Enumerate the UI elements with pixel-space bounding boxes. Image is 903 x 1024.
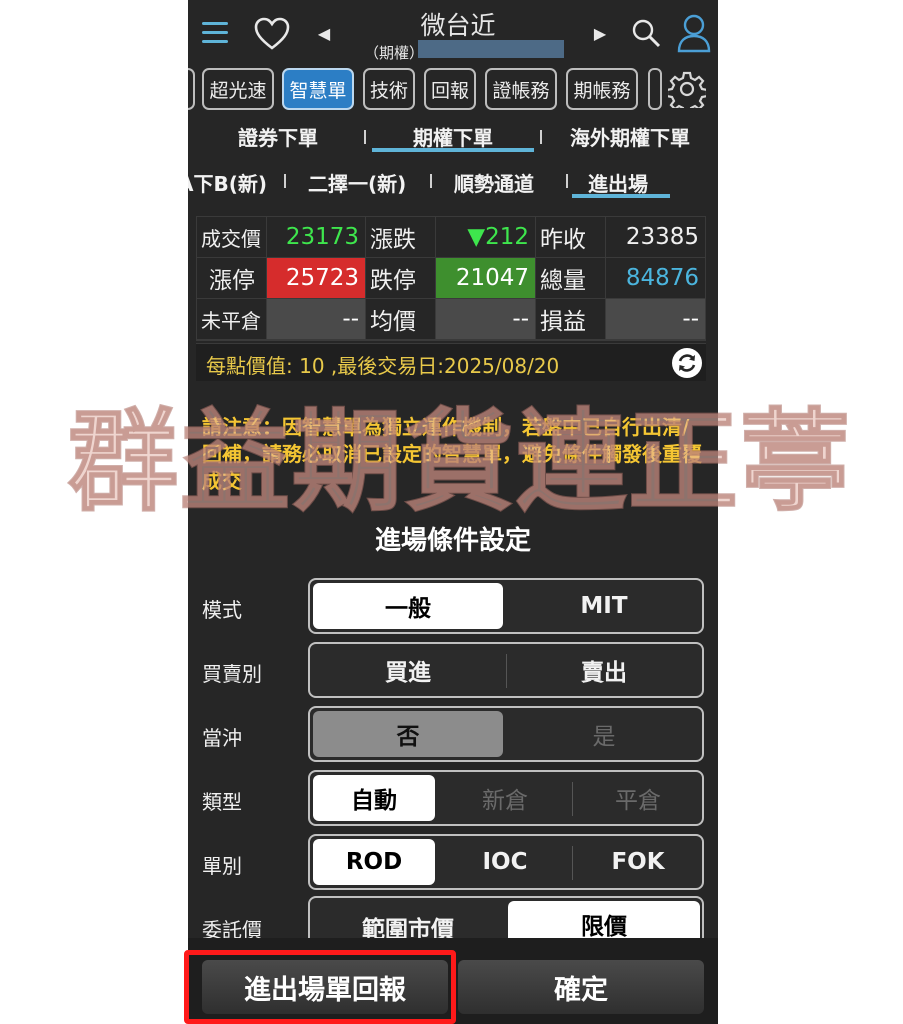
tab-separator (284, 174, 286, 188)
contract-info-bar: 每點價值: 10 ,最後交易日:2025/08/20 (196, 343, 706, 381)
last-price-value: 23173 (267, 217, 365, 257)
daytrade-selector: 否 是 (308, 706, 704, 762)
gear-icon[interactable] (665, 70, 709, 115)
order-type-option-ioc[interactable]: IOC (440, 839, 570, 885)
side-option-sell[interactable]: 賣出 (508, 647, 700, 693)
order-type-option-rod[interactable]: ROD (313, 839, 435, 885)
mode-label: 模式 (202, 598, 242, 622)
limit-down-label: 跌停 (366, 258, 435, 298)
subtab-entry-exit[interactable]: 進出場 (588, 168, 648, 197)
tab-separator (566, 174, 568, 188)
tab-separator (540, 130, 542, 144)
option-divider (572, 782, 573, 816)
pnl-label: 損益 (536, 299, 605, 339)
subtab-trend-channel[interactable]: 順勢通道 (454, 168, 534, 197)
menu-icon[interactable] (200, 18, 230, 48)
tab-securities-order[interactable]: 證券下單 (228, 122, 328, 151)
daytrade-option-yes: 是 (592, 724, 616, 750)
tab-separator (430, 174, 432, 188)
tab-overseas-options-order[interactable]: 海外期權下單 (560, 122, 700, 151)
tab-separator (364, 130, 366, 144)
limit-down-value: 21047 (436, 258, 535, 298)
order-type-option-fok[interactable]: FOK (574, 839, 702, 885)
subtab-a-then-b[interactable]: A下B(新) (188, 168, 267, 197)
active-subtab-indicator (572, 194, 670, 198)
redacted-account (418, 40, 564, 58)
avg-price-label: 均價 (366, 299, 435, 339)
option-divider (572, 846, 573, 880)
header: ◀ 微台近 （期權） ▶ (188, 0, 718, 64)
page-title: 微台近 (420, 11, 496, 40)
order-type-tabs: 證券下單 期權下單 海外期權下單 (188, 116, 718, 158)
volume-label: 總量 (536, 258, 605, 298)
pnl-value: -- (606, 299, 705, 339)
tab-scroll-right[interactable] (648, 68, 662, 110)
tab-technical[interactable]: 技術 (363, 68, 415, 110)
position-type-label: 類型 (202, 790, 242, 814)
highlight-annotation (184, 950, 456, 1024)
prev-close-label: 昨收 (536, 217, 605, 257)
next-icon[interactable]: ▶ (590, 20, 610, 46)
active-tab-indicator (372, 148, 534, 152)
warning-notice: 請注意：因智慧單為獨立運作機制，若盤中已自行出清/回補，請務必取消已設定的智慧單… (202, 415, 702, 493)
change-value: ▼212 (436, 217, 535, 257)
daytrade-option-no[interactable]: 否 (313, 711, 503, 757)
prev-icon[interactable]: ◀ (314, 20, 334, 46)
mode-option-mit[interactable]: MIT (508, 583, 700, 629)
user-icon[interactable] (676, 12, 712, 54)
refresh-icon[interactable] (670, 346, 704, 380)
tab-smart-order[interactable]: 智慧單 (282, 68, 354, 110)
order-type-label: 單別 (202, 854, 242, 878)
mode-selector: 一般 MIT (308, 578, 704, 634)
subtab-one-cancels-other[interactable]: 二擇一(新) (308, 168, 406, 197)
volume-value: 84876 (606, 258, 705, 298)
side-option-buy[interactable]: 買進 (313, 647, 503, 693)
search-icon[interactable] (628, 14, 664, 52)
smart-order-subtabs: A下B(新) 二擇一(新) 順勢通道 進出場 (188, 160, 718, 204)
contract-info-text: 每點價值: 10 ,最後交易日:2025/08/20 (206, 354, 560, 378)
limit-up-value: 25723 (267, 258, 365, 298)
limit-up-label: 漲停 (197, 258, 266, 298)
option-divider (506, 654, 507, 688)
open-interest-value: -- (267, 299, 365, 339)
side-selector: 買進 賣出 (308, 642, 704, 698)
tab-report[interactable]: 回報 (424, 68, 476, 110)
tab-futures-account[interactable]: 期帳務 (566, 68, 638, 110)
open-interest-label: 未平倉 (197, 299, 266, 339)
confirm-button[interactable]: 確定 (458, 960, 704, 1014)
change-label: 漲跌 (366, 217, 435, 257)
quote-grid: 成交價 23173 漲跌 ▼212 昨收 23385 漲停 25723 跌停 2… (196, 216, 706, 341)
avg-price-value: -- (436, 299, 535, 339)
entry-conditions-title: 進場條件設定 (374, 526, 531, 556)
app-screen: ◀ 微台近 （期權） ▶ 超光速 智慧單 技術 回報 證帳務 期帳務 證券下單 … (188, 0, 718, 1024)
daytrade-label: 當沖 (202, 726, 242, 750)
last-price-label: 成交價 (197, 217, 266, 257)
prev-close-value: 23385 (606, 217, 705, 257)
position-type-selector: 自動 新倉 平倉 (308, 770, 704, 826)
position-type-option-close: 平倉 (615, 788, 661, 814)
position-type-option-new: 新倉 (482, 788, 528, 814)
tab-super-speed[interactable]: 超光速 (202, 68, 274, 110)
function-tabs: 超光速 智慧單 技術 回報 證帳務 期帳務 (188, 66, 718, 115)
tab-scroll-left[interactable] (188, 68, 195, 110)
side-label: 買賣別 (202, 662, 262, 686)
tab-options-order[interactable]: 期權下單 (398, 122, 508, 151)
mode-option-normal[interactable]: 一般 (313, 583, 503, 629)
page-subtitle: （期權） (364, 44, 425, 62)
heart-icon[interactable] (252, 14, 292, 54)
position-type-option-auto[interactable]: 自動 (313, 775, 435, 821)
tab-securities-account[interactable]: 證帳務 (485, 68, 557, 110)
order-type-selector: ROD IOC FOK (308, 834, 704, 890)
